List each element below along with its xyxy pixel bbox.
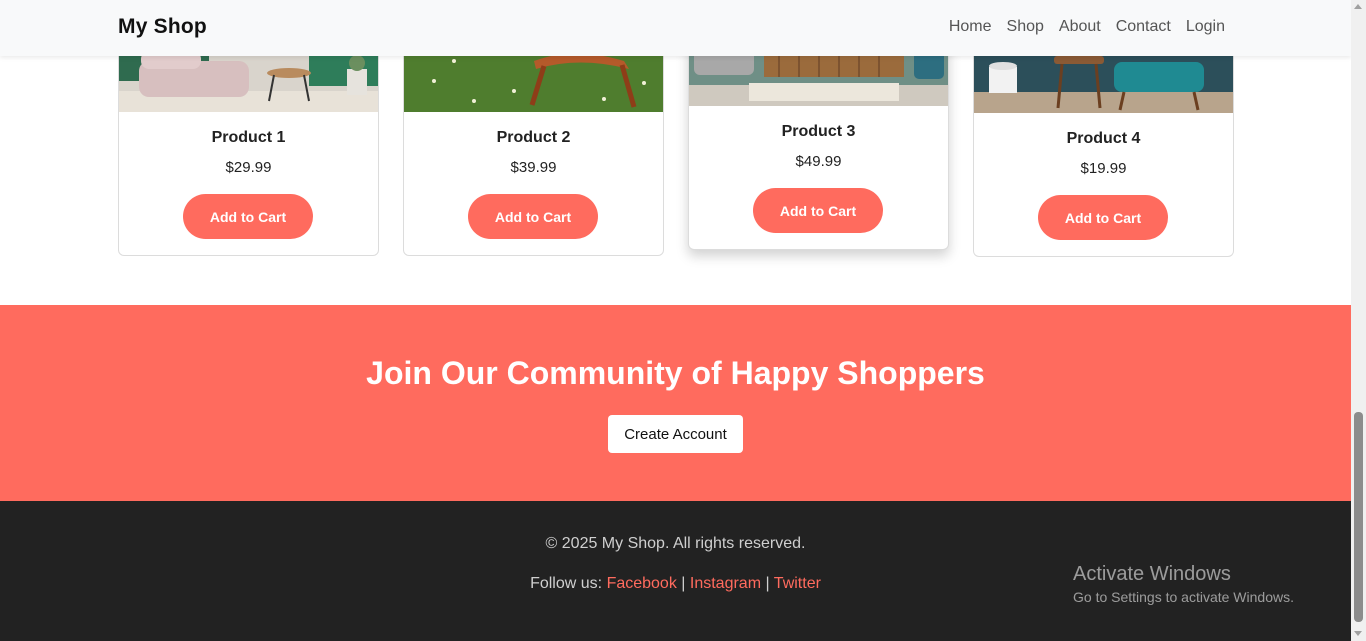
- watermark-title: Activate Windows: [1073, 563, 1231, 585]
- nav-links: Home Shop About Contact Login: [934, 18, 1225, 36]
- vertical-scrollbar[interactable]: [1351, 0, 1366, 641]
- scrollbar-thumb[interactable]: [1354, 412, 1363, 622]
- nav-link-contact[interactable]: Contact: [1116, 18, 1171, 36]
- separator: |: [681, 575, 686, 592]
- instagram-link[interactable]: Instagram: [690, 575, 761, 592]
- add-to-cart-button[interactable]: Add to Cart: [753, 188, 883, 233]
- product-name: Product 3: [781, 123, 856, 140]
- nav-link-home[interactable]: Home: [949, 18, 992, 36]
- page-viewport: Product 1 $29.99 Add to Cart Product 2 $…: [0, 0, 1351, 641]
- cta-heading: Join Our Community of Happy Shoppers: [366, 355, 985, 391]
- brand-logo[interactable]: My Shop: [118, 15, 207, 39]
- product-card: Product 4 $19.99 Add to Cart: [973, 21, 1234, 257]
- facebook-link[interactable]: Facebook: [607, 575, 677, 592]
- separator: |: [765, 575, 770, 592]
- nav-link-shop[interactable]: Shop: [1007, 18, 1044, 36]
- product-price: $19.99: [1080, 160, 1127, 177]
- scroll-up-arrow-icon[interactable]: [1354, 4, 1362, 9]
- community-cta-section: Join Our Community of Happy Shoppers Cre…: [0, 305, 1351, 501]
- add-to-cart-button[interactable]: Add to Cart: [468, 194, 598, 239]
- nav-link-login[interactable]: Login: [1186, 18, 1225, 36]
- scroll-down-arrow-icon[interactable]: [1354, 631, 1362, 636]
- follow-label: Follow us:: [530, 575, 603, 592]
- product-price: $39.99: [510, 159, 557, 176]
- add-to-cart-button[interactable]: Add to Cart: [1038, 195, 1168, 240]
- product-name: Product 2: [496, 129, 571, 146]
- nav-link-about[interactable]: About: [1059, 18, 1101, 36]
- product-name: Product 4: [1066, 130, 1141, 147]
- top-navbar: My Shop Home Shop About Contact Login: [0, 0, 1351, 56]
- add-to-cart-button[interactable]: Add to Cart: [183, 194, 313, 239]
- watermark-subtitle: Go to Settings to activate Windows.: [1073, 589, 1294, 605]
- twitter-link[interactable]: Twitter: [774, 575, 821, 592]
- product-price: $49.99: [795, 153, 842, 170]
- product-name: Product 1: [211, 129, 286, 146]
- copyright-text: © 2025 My Shop. All rights reserved.: [545, 535, 806, 552]
- product-price: $29.99: [225, 159, 272, 176]
- create-account-button[interactable]: Create Account: [608, 415, 743, 453]
- activate-windows-watermark: Activate Windows Go to Settings to activ…: [1073, 563, 1294, 605]
